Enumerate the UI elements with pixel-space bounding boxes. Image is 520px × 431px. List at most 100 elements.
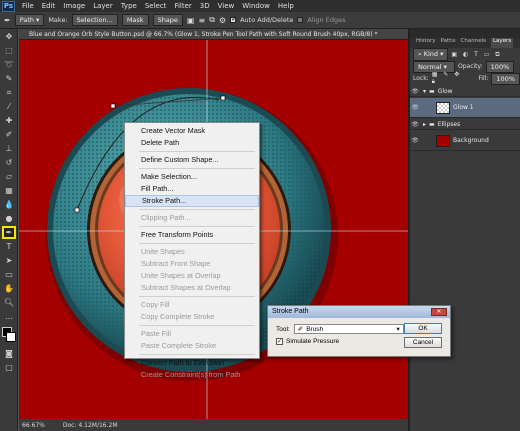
pen-tool-icon[interactable]: ✒ xyxy=(4,16,11,25)
layer-row-glow-1[interactable]: 👁︎ Glow 1 xyxy=(410,98,520,118)
layer-row-glow[interactable]: 👁︎ ▾ ▬ Glow xyxy=(410,86,520,97)
zoom-level[interactable]: 66.67% xyxy=(22,422,45,429)
menu-select[interactable]: Select xyxy=(141,2,171,10)
settings-gear-icon[interactable]: ⚙ xyxy=(219,16,226,25)
opacity-input[interactable]: 100% xyxy=(485,60,515,73)
type-tool-icon[interactable]: T xyxy=(2,240,16,253)
menu-item-copy-fill: Copy Fill xyxy=(141,300,170,309)
history-brush-tool-icon[interactable]: ↺ xyxy=(2,156,16,169)
menu-image[interactable]: Image xyxy=(59,2,89,10)
menu-item-subtract-shapes-at-overlap: Subtract Shapes at Overlap xyxy=(141,283,231,292)
shape-tool-icon[interactable]: ▭ xyxy=(2,268,16,281)
anchor-point xyxy=(110,103,116,109)
layer-row-ellipses[interactable]: 👁︎ ▸ ▬ Ellipses xyxy=(410,119,520,130)
path-selection-tool-icon[interactable]: ➤ xyxy=(2,254,16,267)
clone-stamp-tool-icon[interactable]: ⊥ xyxy=(2,142,16,155)
hand-tool-icon[interactable]: ✋ xyxy=(2,282,16,295)
pen-tool-icon[interactable]: ✒ xyxy=(2,226,16,239)
marquee-tool-icon[interactable]: ⬚ xyxy=(2,44,16,57)
filter-kind-select[interactable]: ⌕ Kind ▾ xyxy=(413,48,449,61)
eraser-tool-icon[interactable]: ▱ xyxy=(2,170,16,183)
menu-item-define-custom-shape[interactable]: Define Custom Shape... xyxy=(125,154,259,166)
photoshop-logo: Ps xyxy=(2,0,15,12)
menu-item-unite-shapes: Unite Shapes xyxy=(141,247,185,256)
ok-button[interactable]: OK xyxy=(404,323,442,334)
layer-name: Background xyxy=(453,137,489,144)
make-mask-button[interactable]: Mask xyxy=(121,14,149,26)
menu-item-clipping-path: Clipping Path... xyxy=(141,213,191,222)
brush-tool-icon[interactable]: ✐ xyxy=(2,128,16,141)
menu-item-fill-path[interactable]: Fill Path... xyxy=(125,183,259,195)
document-tab[interactable]: Blue and Orange Orb Style Button.psd @ 6… xyxy=(19,29,408,40)
dialog-title-bar[interactable]: Stroke Path ✕ xyxy=(268,306,450,318)
expand-arrow-icon[interactable]: ▾ xyxy=(423,88,426,95)
menu-item-delete-path[interactable]: Delete Path xyxy=(125,137,259,149)
filter-icons[interactable]: ▣ ◐ T ▭ ⧉ xyxy=(451,51,501,59)
menu-filter[interactable]: Filter xyxy=(170,2,195,10)
visibility-eye-icon[interactable]: 👁︎ xyxy=(410,104,420,111)
anchor-point xyxy=(74,207,80,213)
path-alignment-icon[interactable]: ≡ xyxy=(198,16,205,25)
visibility-eye-icon[interactable]: 👁︎ xyxy=(410,137,420,144)
fill-label: Fill: xyxy=(478,75,489,82)
visibility-eye-icon[interactable]: 👁︎ xyxy=(410,121,420,128)
menu-item-convert-path-to-extrusion[interactable]: Convert Path to Extrusion xyxy=(125,357,259,369)
tool-select[interactable]: ✐ Brush ▾ xyxy=(293,324,404,334)
menu-window[interactable]: Window xyxy=(238,2,274,10)
color-swatches[interactable] xyxy=(1,326,17,344)
layer-row-background[interactable]: 👁︎ Background xyxy=(410,131,520,151)
background-color-swatch[interactable] xyxy=(6,332,16,342)
move-tool-icon[interactable]: ✥ xyxy=(2,30,16,43)
menu-separator xyxy=(139,168,255,169)
menu-view[interactable]: View xyxy=(214,2,239,10)
path-arrangement-icon[interactable]: ⧉ xyxy=(209,15,215,25)
menu-separator xyxy=(139,209,255,210)
context-menu: Create Vector Mask Delete Path Define Cust… xyxy=(124,122,260,379)
menu-item-create-vector-mask[interactable]: Create Vector Mask xyxy=(125,125,259,137)
lock-label: Lock: xyxy=(413,75,429,82)
dodge-tool-icon[interactable]: ● xyxy=(2,212,16,225)
auto-add-delete-checkbox[interactable]: ✓ xyxy=(230,15,237,23)
layer-thumbnail xyxy=(436,101,450,114)
menu-type[interactable]: Type xyxy=(117,2,141,10)
gradient-tool-icon[interactable]: ▦ xyxy=(2,184,16,197)
more-tools-icon[interactable]: … xyxy=(2,310,16,323)
mode-select[interactable]: Path ▾ xyxy=(14,14,45,26)
path-operations-icon[interactable]: ▣ xyxy=(187,16,195,25)
screen-mode-icon[interactable]: ▢ xyxy=(2,361,16,374)
chevron-down-icon: ▾ xyxy=(396,326,400,333)
healing-brush-tool-icon[interactable]: ✚ xyxy=(2,114,16,127)
quick-mask-icon[interactable]: ◙ xyxy=(2,347,16,360)
menu-item-stroke-path[interactable]: Stroke Path... xyxy=(125,195,259,207)
lasso-tool-icon[interactable]: ➰ xyxy=(2,58,16,71)
tab-paths[interactable]: Paths xyxy=(441,38,456,48)
simulate-pressure-checkbox[interactable]: ✓ xyxy=(276,338,283,345)
menu-item-make-selection[interactable]: Make Selection... xyxy=(125,171,259,183)
menu-help[interactable]: Help xyxy=(274,2,298,10)
tab-layers[interactable]: Layers xyxy=(490,38,514,48)
cancel-button[interactable]: Cancel xyxy=(404,337,442,348)
options-bar: ✒ Path ▾ Make: Selection... Mask Shape ▣… xyxy=(0,12,520,29)
menu-file[interactable]: File xyxy=(18,2,38,10)
make-shape-button[interactable]: Shape xyxy=(152,14,183,26)
tab-channels[interactable]: Channels xyxy=(461,38,486,48)
fill-input[interactable]: 100% xyxy=(491,72,520,85)
close-icon[interactable]: ✕ xyxy=(431,308,447,316)
menu-item-free-transform-points[interactable]: Free Transform Points xyxy=(125,229,259,241)
crop-tool-icon[interactable]: ⌗ xyxy=(2,86,16,99)
zoom-tool-icon[interactable]: 🔍︎ xyxy=(2,296,16,309)
tools-panel: ✥ ⬚ ➰ ✎ ⌗ ⁄ ✚ ✐ ⊥ ↺ ▱ ▦ 💧 ● ✒ T ➤ ▭ ✋ 🔍︎… xyxy=(0,29,18,431)
eyedropper-tool-icon[interactable]: ⁄ xyxy=(2,100,16,113)
tab-history[interactable]: History xyxy=(416,38,436,48)
lock-icons[interactable]: ▦ ✎ ✥ 🔒︎ xyxy=(432,71,470,86)
make-selection-button[interactable]: Selection... xyxy=(71,14,118,26)
blur-tool-icon[interactable]: 💧 xyxy=(2,198,16,211)
collapse-arrow-icon[interactable]: ▸ xyxy=(423,121,426,128)
visibility-eye-icon[interactable]: 👁︎ xyxy=(410,88,420,95)
dialog-title: Stroke Path xyxy=(272,308,309,315)
menu-3d[interactable]: 3D xyxy=(196,2,214,10)
quick-select-tool-icon[interactable]: ✎ xyxy=(2,72,16,85)
menu-edit[interactable]: Edit xyxy=(38,2,60,10)
menu-layer[interactable]: Layer xyxy=(89,2,117,10)
align-edges-checkbox[interactable] xyxy=(297,17,304,23)
